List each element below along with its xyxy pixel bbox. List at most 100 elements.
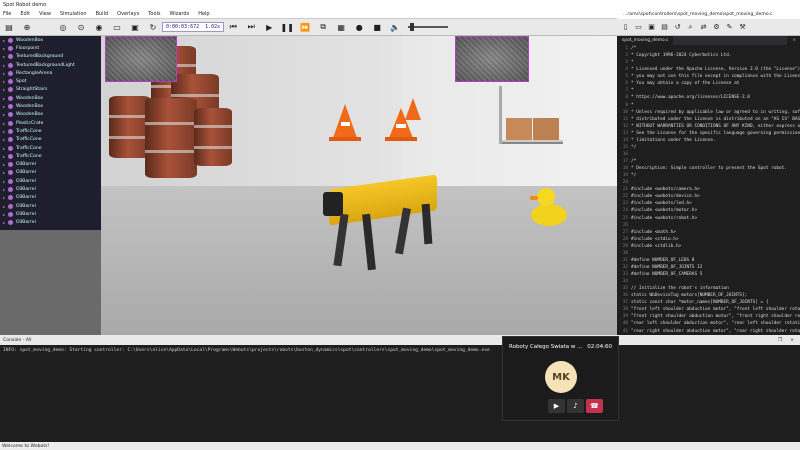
expand-arrow-icon[interactable]: ▸ [3, 104, 5, 109]
tree-node[interactable]: ▸ OilBarrel [0, 185, 101, 193]
console-float-icon[interactable]: ❐ [778, 338, 782, 343]
close-tab-icon[interactable]: × [787, 36, 800, 45]
expand-arrow-icon[interactable]: ▸ [3, 137, 5, 142]
expand-arrow-icon[interactable]: ▸ [3, 46, 5, 51]
expand-arrow-icon[interactable]: ▸ [3, 204, 5, 209]
reset-simulation-icon[interactable]: ⏮ [224, 20, 242, 34]
editor-tab[interactable]: spot_moving_demo.c [617, 36, 674, 45]
tree-node[interactable]: ▸ PlasticCrate [0, 119, 101, 127]
expand-arrow-icon[interactable]: ▸ [3, 129, 5, 134]
tree-node[interactable]: ▸ TrafficCone [0, 127, 101, 135]
replace-icon[interactable]: ⇄ [697, 20, 710, 34]
menu-simulation[interactable]: Simulation [60, 11, 87, 17]
visibility-eye-icon[interactable]: ◉ [90, 20, 108, 34]
pause-icon[interactable]: ❚❚ [278, 20, 296, 34]
spot-robot[interactable] [323, 174, 443, 284]
fast-forward-icon[interactable]: ⏩ [296, 20, 314, 34]
record-icon[interactable]: ● [350, 20, 368, 34]
camera-icon[interactable]: ▶ [548, 399, 565, 413]
tree-node[interactable]: ▸ StraightStairs [0, 86, 101, 94]
expand-arrow-icon[interactable]: ▸ [3, 63, 5, 68]
tree-node[interactable]: ▸ WoodenBox [0, 36, 101, 44]
expand-arrow-icon[interactable]: ▸ [3, 170, 5, 175]
mute-mic-icon[interactable]: ♪ [567, 399, 584, 413]
menu-tools[interactable]: Tools [148, 11, 160, 17]
find-icon[interactable]: ⌕ [684, 20, 697, 34]
console-output[interactable]: INFO: spot_moving_demo: Starting control… [0, 345, 800, 442]
tree-node[interactable]: ▸ Spot [0, 77, 101, 85]
expand-arrow-icon[interactable]: ▸ [3, 79, 5, 84]
menu-edit[interactable]: Edit [20, 11, 30, 17]
settings-icon[interactable]: ⚒ [736, 20, 749, 34]
volume-slider-handle[interactable] [410, 23, 415, 31]
tree-node[interactable]: ▸ TrafficCone [0, 144, 101, 152]
node-options-icon[interactable]: ⊙ [72, 20, 90, 34]
build-icon[interactable]: ⚙ [710, 20, 723, 34]
sound-icon[interactable]: 🔈 [386, 20, 404, 34]
expand-arrow-icon[interactable]: ▸ [3, 187, 5, 192]
toggle-scene-tree-icon[interactable]: ▤ [0, 20, 18, 34]
code-line: 24 #include <webots/motor.h> [617, 207, 800, 214]
screenshot-icon[interactable]: ⧉ [314, 20, 332, 34]
tree-node[interactable]: ▸ TexturedBackground [0, 53, 101, 61]
video-call-popup[interactable]: Roboty Całego Świata w ... 02:04:60 MK ▶… [502, 336, 619, 421]
camera-overlay-left[interactable] [105, 36, 177, 82]
viewpoint-icon[interactable]: ◎ [54, 20, 72, 34]
expand-arrow-icon[interactable]: ▸ [3, 38, 5, 43]
tree-node[interactable]: ▸ WoodenBox [0, 102, 101, 110]
tree-node[interactable]: ▸ WoodenBox [0, 111, 101, 119]
expand-arrow-icon[interactable]: ▸ [3, 146, 5, 151]
tree-node[interactable]: ▸ OilBarrel [0, 160, 101, 168]
expand-arrow-icon[interactable]: ▸ [3, 154, 5, 159]
save-file-icon[interactable]: ▣ [645, 20, 658, 34]
expand-arrow-icon[interactable]: ▸ [3, 179, 5, 184]
clean-icon[interactable]: ✎ [723, 20, 736, 34]
tree-node[interactable]: ▸ WoodenBox [0, 94, 101, 102]
expand-arrow-icon[interactable]: ▸ [3, 87, 5, 92]
tree-node[interactable]: ▸ OilBarrel [0, 177, 101, 185]
menu-view[interactable]: View [39, 11, 51, 17]
camera-overlay-right[interactable] [455, 36, 529, 82]
tree-node[interactable]: ▸ OilBarrel [0, 219, 101, 227]
revert-icon[interactable]: ↺ [671, 20, 684, 34]
code-editor[interactable]: 1/* 2 * Copyright 1996-2024 Cyberbotics L… [617, 45, 800, 335]
tree-node[interactable]: ▸ OilBarrel [0, 202, 101, 210]
menu-file[interactable]: File [3, 11, 11, 17]
open-file-icon[interactable]: ▭ [632, 20, 645, 34]
expand-arrow-icon[interactable]: ▸ [3, 195, 5, 200]
add-node-icon[interactable]: ⊕ [18, 20, 36, 34]
tree-node[interactable]: ▸ OilBarrel [0, 210, 101, 218]
open-world-icon[interactable]: ▭ [108, 20, 126, 34]
expand-arrow-icon[interactable]: ▸ [3, 54, 5, 59]
expand-arrow-icon[interactable]: ▸ [3, 71, 5, 76]
expand-arrow-icon[interactable]: ▸ [3, 112, 5, 117]
tree-node[interactable]: ▸ OilBarrel [0, 194, 101, 202]
3d-viewport[interactable] [101, 36, 617, 335]
tree-node[interactable]: ▸ TexturedBackgroundLight [0, 61, 101, 69]
console-close-icon[interactable]: × [790, 338, 794, 343]
expand-arrow-icon[interactable]: ▸ [3, 162, 5, 167]
tree-node[interactable]: ▸ Floorpoint [0, 44, 101, 52]
save-as-icon[interactable]: ▤ [658, 20, 671, 34]
new-file-icon[interactable]: ▯ [619, 20, 632, 34]
tree-node[interactable]: ▸ TrafficCone [0, 152, 101, 160]
step-icon[interactable]: ⏭ [242, 20, 260, 34]
save-world-icon[interactable]: ▣ [126, 20, 144, 34]
movie-icon[interactable]: ▦ [332, 20, 350, 34]
tree-node[interactable]: ▸ RectangleArena [0, 69, 101, 77]
menu-overlays[interactable]: Overlays [117, 11, 139, 17]
menu-help[interactable]: Help [198, 11, 209, 17]
volume-slider[interactable] [408, 23, 449, 31]
menu-wizards[interactable]: Wizards [170, 11, 190, 17]
hang-up-icon[interactable]: ☎ [586, 399, 603, 413]
reload-world-icon[interactable]: ↻ [144, 20, 162, 34]
tree-node[interactable]: ▸ TrafficCone [0, 136, 101, 144]
tree-node[interactable]: ▸ OilBarrel [0, 169, 101, 177]
stop-record-icon[interactable]: ■ [368, 20, 386, 34]
expand-arrow-icon[interactable]: ▸ [3, 220, 5, 225]
expand-arrow-icon[interactable]: ▸ [3, 212, 5, 217]
run-icon[interactable]: ▶ [260, 20, 278, 34]
menu-build[interactable]: Build [96, 11, 109, 17]
expand-arrow-icon[interactable]: ▸ [3, 121, 5, 126]
expand-arrow-icon[interactable]: ▸ [3, 96, 5, 101]
